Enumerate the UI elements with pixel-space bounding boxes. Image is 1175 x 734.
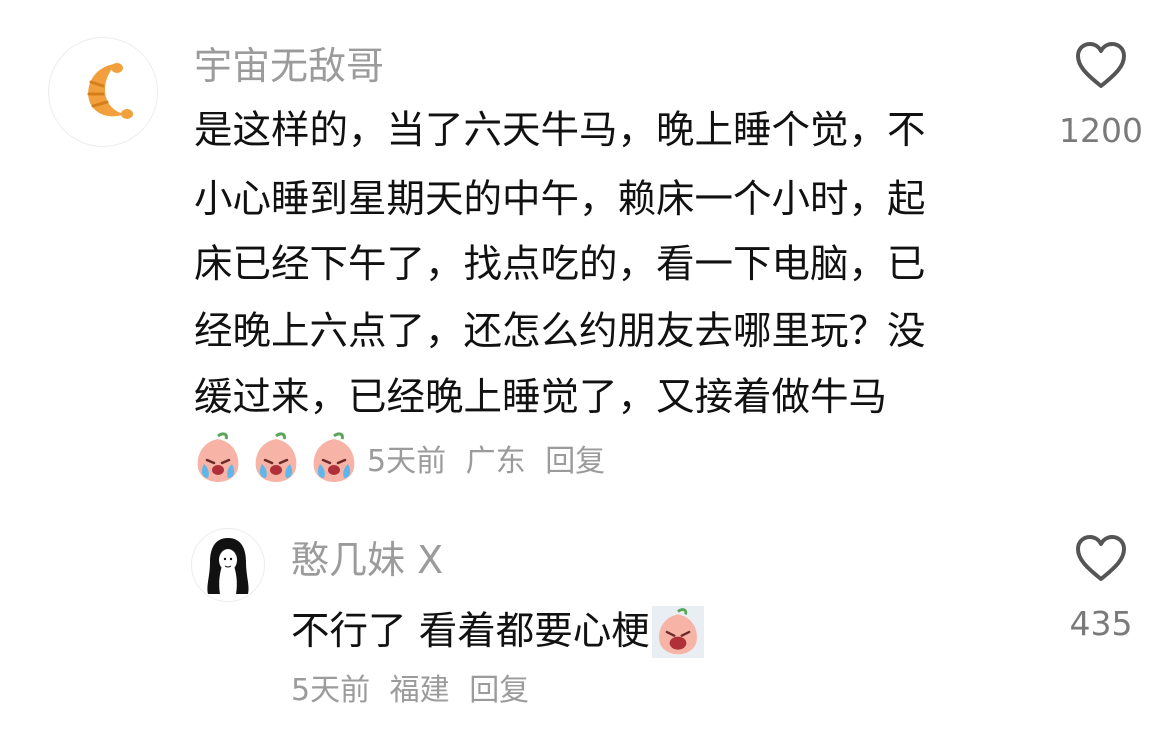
reply-text-row: 不行了 看着都要心梗 <box>291 606 704 658</box>
comment-time: 5天前 <box>367 444 447 479</box>
reply-text: 不行了 看着都要心梗 <box>291 608 650 654</box>
comment-text-line: 小心睡到星期天的中午，赖床一个小时，起 <box>194 177 926 222</box>
crying-peach-emoji <box>255 432 297 482</box>
reply-like-button[interactable] <box>1074 534 1128 588</box>
comment-meta: 5天前 广东 回复 <box>367 447 615 477</box>
crying-peach-emoji <box>651 606 704 658</box>
comment-emoji-row <box>190 430 362 486</box>
avatar-main[interactable] <box>48 37 158 147</box>
comment-text-line: 经晚上六点了，还怎么约朋友去哪里玩？没 <box>194 309 926 354</box>
reply-username[interactable]: 憨几妹 X <box>291 541 443 579</box>
reply-time: 5天前 <box>291 673 371 708</box>
crying-peach-emoji <box>197 432 239 482</box>
reply-meta: 5天前 福建 回复 <box>291 676 539 706</box>
reply-location: 福建 <box>389 673 450 708</box>
crying-peach-emoji <box>313 432 355 482</box>
comment-reply-button[interactable]: 回复 <box>545 444 605 479</box>
comment-text-line: 床已经下午了，找点吃的，看一下电脑，已 <box>194 242 926 287</box>
girl-avatar-icon <box>207 538 249 594</box>
reply-like-count: 435 <box>1069 604 1133 643</box>
croissant-icon <box>87 63 133 119</box>
comment-like-button[interactable] <box>1074 41 1128 95</box>
comment-location: 广东 <box>465 444 526 479</box>
avatar-reply[interactable] <box>191 528 265 602</box>
comment-text-line: 缓过来，已经晚上睡觉了，又接着做牛马 <box>194 375 888 420</box>
comment-like-count: 1200 <box>1059 111 1143 150</box>
comment-text-line: 是这样的，当了六天牛马，晚上睡个觉，不 <box>194 108 926 153</box>
heart-outline-icon <box>1076 42 1126 88</box>
reply-reply-button[interactable]: 回复 <box>469 673 529 708</box>
heart-outline-icon <box>1076 535 1126 581</box>
comment-username[interactable]: 宇宙无敌哥 <box>194 47 384 85</box>
